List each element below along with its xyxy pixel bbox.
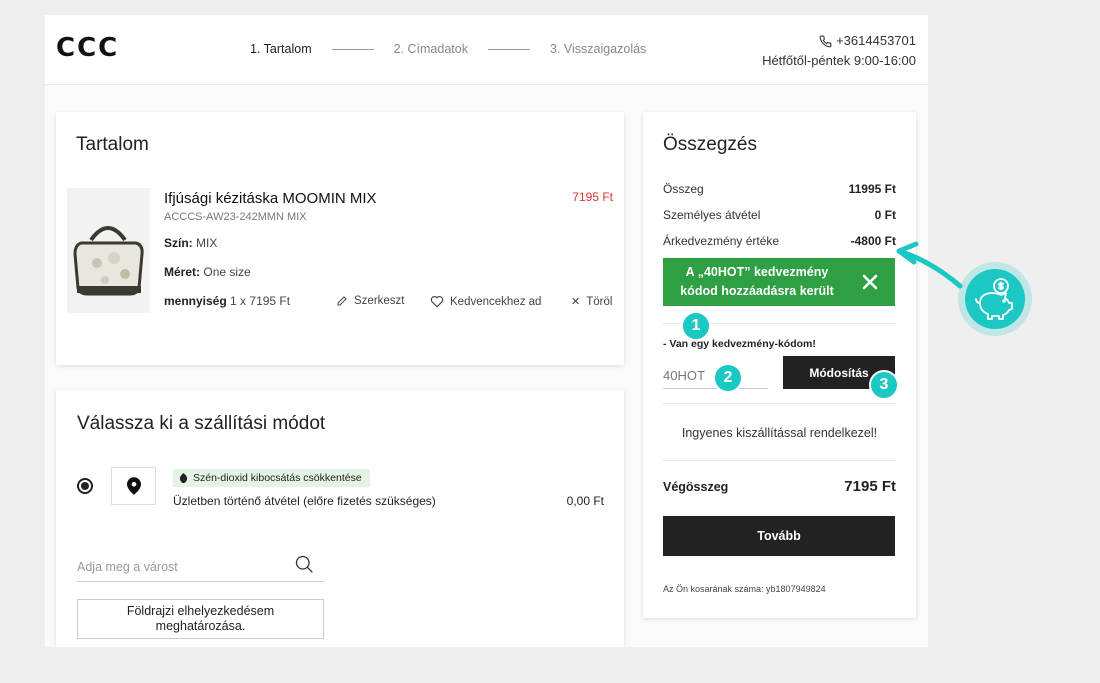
piggy-bank-circle	[965, 269, 1025, 329]
annotation-badge-3: 3	[869, 370, 899, 400]
annotation-arrow	[896, 241, 963, 289]
annotation-badge-2: 2	[713, 363, 743, 393]
piggy-bank-badge	[958, 262, 1032, 336]
piggy-bank-coin-icon	[975, 278, 1013, 320]
annotation-badge-1: 1	[681, 311, 711, 341]
